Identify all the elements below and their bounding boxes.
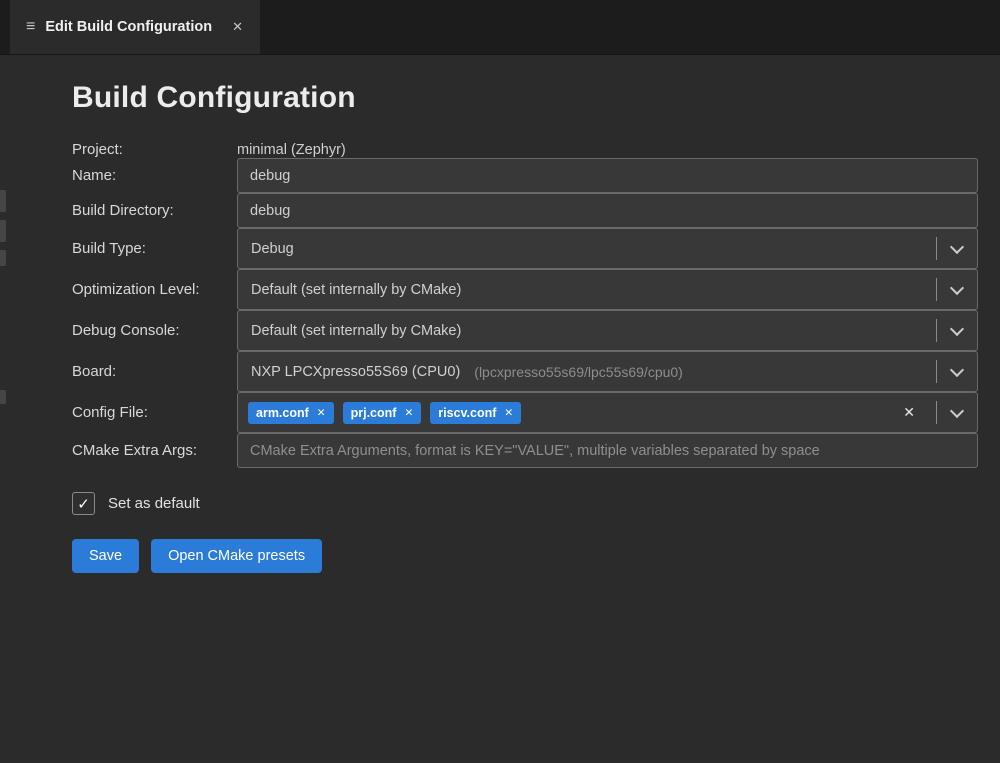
config-chip-arm[interactable]: arm.conf ✕ <box>248 402 334 424</box>
project-label: Project: <box>72 141 237 158</box>
open-cmake-presets-button[interactable]: Open CMake presets <box>151 539 322 573</box>
config-chip-riscv[interactable]: riscv.conf ✕ <box>430 402 521 424</box>
tab-close-icon[interactable]: ✕ <box>232 19 243 35</box>
build-type-label: Build Type: <box>72 240 237 257</box>
left-edge-mark <box>0 390 6 404</box>
config-chip-label: arm.conf <box>256 406 309 420</box>
config-chip-label: riscv.conf <box>438 406 496 420</box>
clear-all-icon[interactable]: ✕ <box>903 404 915 421</box>
left-edge-mark <box>0 190 6 212</box>
project-value: minimal (Zephyr) <box>237 142 978 158</box>
config-chip-prj[interactable]: prj.conf ✕ <box>343 402 422 424</box>
tab-bar: ≡ Edit Build Configuration ✕ <box>0 0 1000 55</box>
page-title: Build Configuration <box>72 81 978 115</box>
select-divider <box>936 278 937 301</box>
select-divider <box>936 360 937 383</box>
board-label: Board: <box>72 363 237 380</box>
board-detail: (lpcxpresso55s69/lpc55s69/cpu0) <box>474 364 683 380</box>
config-chip-label: prj.conf <box>351 406 397 420</box>
optimization-level-value: Default (set internally by CMake) <box>251 282 461 298</box>
config-file-multiselect[interactable]: arm.conf ✕ prj.conf ✕ riscv.conf ✕ ✕ <box>237 392 978 433</box>
cmake-extra-args-input[interactable] <box>237 433 978 468</box>
left-edge-mark <box>0 220 6 242</box>
board-select[interactable]: NXP LPCXpresso55S69 (CPU0) (lpcxpresso55… <box>237 351 978 392</box>
tab-title: Edit Build Configuration <box>45 19 212 35</box>
debug-console-label: Debug Console: <box>72 322 237 339</box>
debug-console-value: Default (set internally by CMake) <box>251 323 461 339</box>
config-file-label: Config File: <box>72 404 237 421</box>
select-divider <box>936 319 937 342</box>
save-button[interactable]: Save <box>72 539 139 573</box>
debug-console-select[interactable]: Default (set internally by CMake) <box>237 310 978 351</box>
optimization-level-label: Optimization Level: <box>72 281 237 298</box>
select-divider <box>936 401 937 424</box>
cmake-extra-args-label: CMake Extra Args: <box>72 442 237 459</box>
chevron-down-icon <box>950 239 964 253</box>
chip-remove-icon[interactable]: ✕ <box>317 407 326 419</box>
set-as-default-checkbox[interactable]: ✓ <box>72 492 95 515</box>
chevron-down-icon <box>950 362 964 376</box>
tab-edit-build-configuration[interactable]: ≡ Edit Build Configuration ✕ <box>10 0 260 54</box>
optimization-level-select[interactable]: Default (set internally by CMake) <box>237 269 978 310</box>
build-configuration-form: Build Configuration Project: minimal (Ze… <box>0 55 1000 573</box>
select-divider <box>936 237 937 260</box>
chevron-down-icon <box>950 321 964 335</box>
chevron-down-icon <box>950 280 964 294</box>
chevron-down-icon <box>950 403 964 417</box>
name-input[interactable] <box>237 158 978 193</box>
board-value: NXP LPCXpresso55S69 (CPU0) <box>251 364 460 380</box>
name-label: Name: <box>72 167 237 184</box>
chip-remove-icon[interactable]: ✕ <box>504 407 513 419</box>
build-type-select[interactable]: Debug <box>237 228 978 269</box>
list-icon: ≡ <box>26 19 35 35</box>
build-directory-label: Build Directory: <box>72 202 237 219</box>
chip-remove-icon[interactable]: ✕ <box>404 407 413 419</box>
build-directory-input[interactable] <box>237 193 978 228</box>
set-as-default-label: Set as default <box>108 495 200 512</box>
left-edge-mark <box>0 250 6 266</box>
check-icon: ✓ <box>77 495 90 513</box>
build-type-value: Debug <box>251 241 294 257</box>
